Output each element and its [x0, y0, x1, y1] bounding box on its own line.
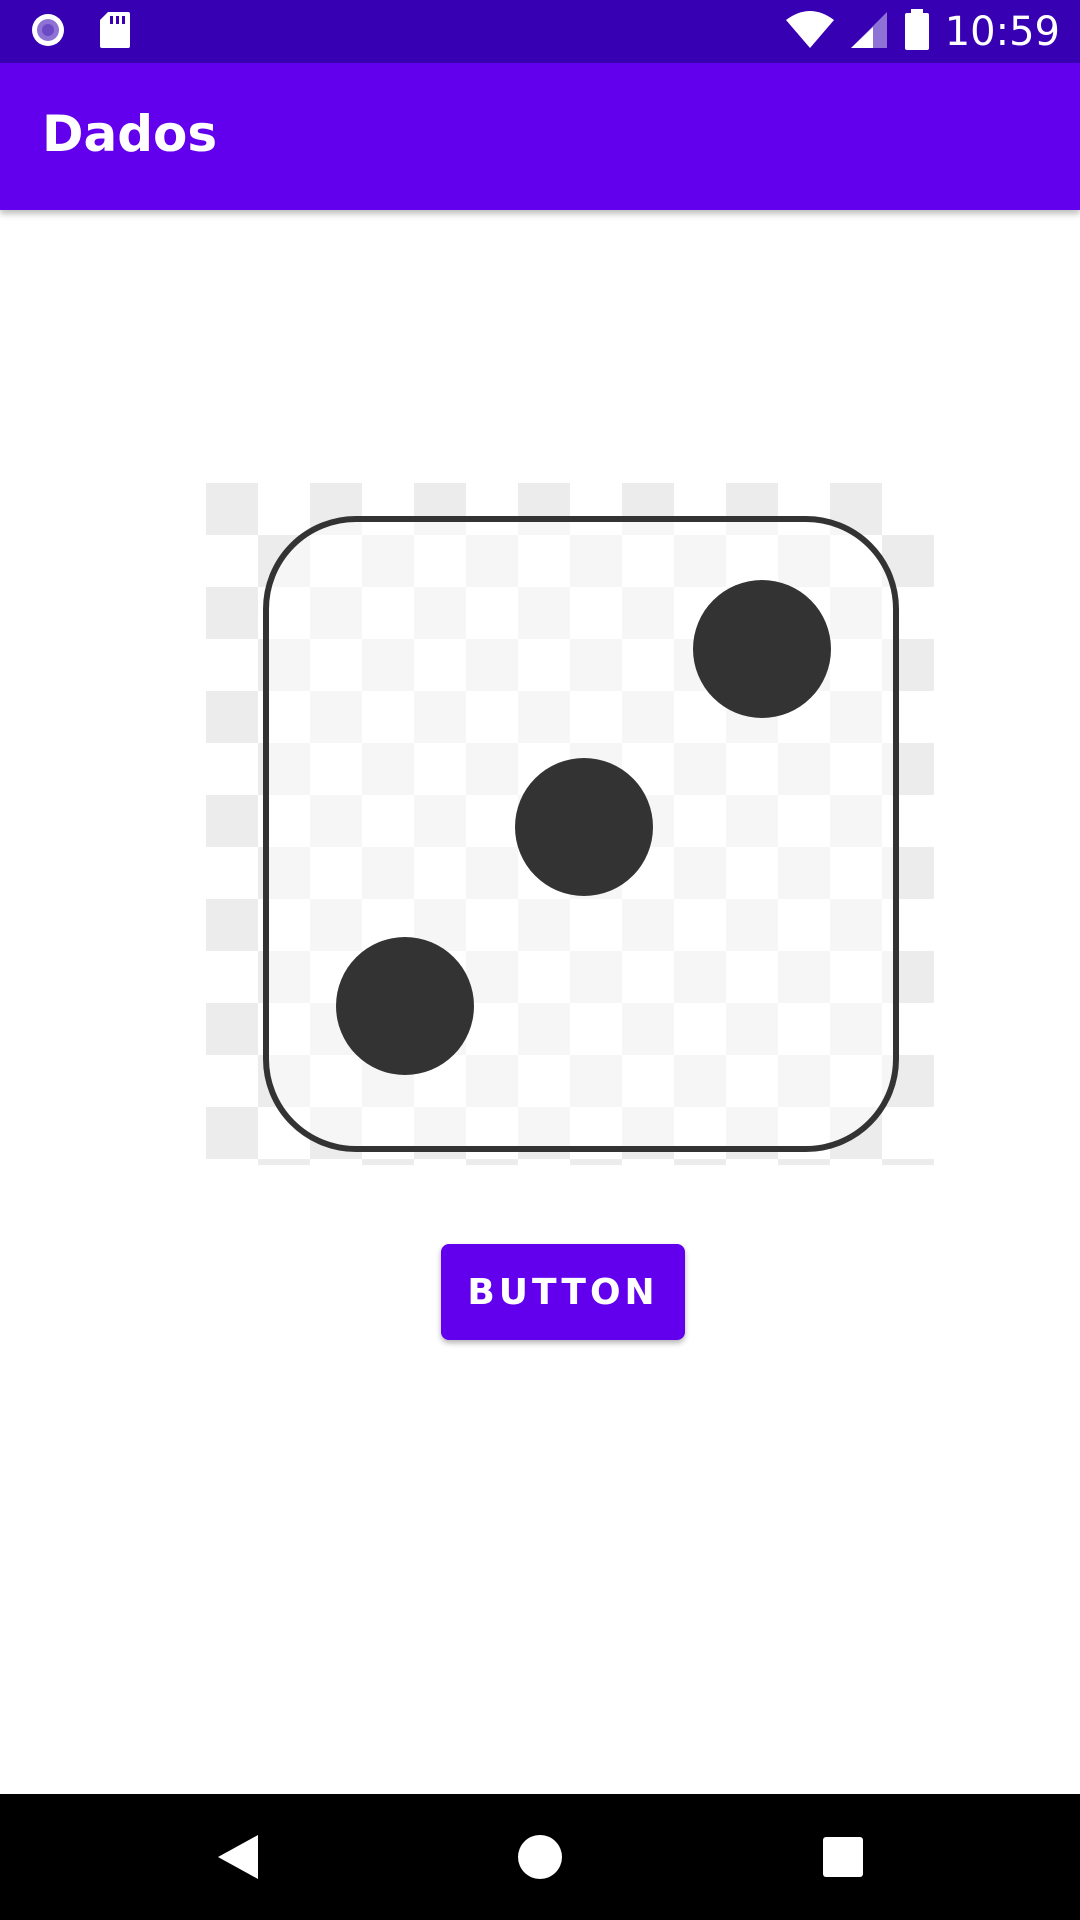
recents-icon[interactable] — [810, 1824, 876, 1890]
back-icon[interactable] — [205, 1824, 271, 1890]
home-icon[interactable] — [507, 1824, 573, 1890]
app-title: Dados — [42, 105, 218, 163]
dice-pip — [515, 758, 653, 896]
roll-button[interactable]: BUTTON — [441, 1244, 685, 1340]
battery-icon — [903, 9, 931, 55]
dice-pip — [693, 580, 831, 718]
signal-icon — [849, 10, 889, 54]
record-icon — [28, 10, 68, 54]
dice-pip — [336, 937, 474, 1075]
status-right-icons: 10:59 — [785, 8, 1060, 56]
screen: 10:59 Dados BUTTON — [0, 0, 1080, 1920]
wifi-icon — [785, 10, 835, 54]
status-clock: 10:59 — [944, 9, 1060, 55]
status-bar: 10:59 — [0, 0, 1080, 63]
navigation-bar — [0, 1794, 1080, 1920]
status-left-icons — [28, 12, 132, 52]
sd-card-icon — [98, 10, 132, 54]
dice-image — [206, 483, 934, 1165]
app-bar: Dados — [0, 63, 1080, 210]
